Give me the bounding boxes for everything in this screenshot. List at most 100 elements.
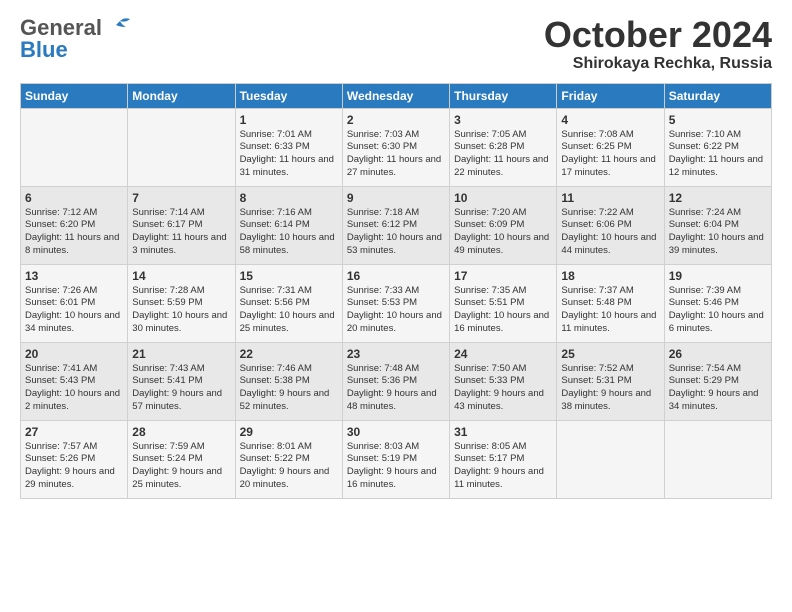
logo-blue-text: Blue [20,37,68,63]
day-info: Sunrise: 7:26 AM Sunset: 6:01 PM Dayligh… [25,285,123,336]
day-number: 18 [561,269,659,283]
day-number: 30 [347,425,445,439]
day-info: Sunrise: 7:22 AM Sunset: 6:06 PM Dayligh… [561,207,659,258]
logo-bird-icon [106,17,134,39]
calendar-week-5: 27 Sunrise: 7:57 AM Sunset: 5:26 PM Dayli… [21,420,772,498]
calendar-cell [128,108,235,186]
calendar-cell: 23Sunrise: 7:48 AM Sunset: 5:36 PM Dayli… [342,342,449,420]
calendar-cell [557,420,664,498]
day-number: 16 [347,269,445,283]
day-number: 14 [132,269,230,283]
day-info: Sunrise: 7:24 AM Sunset: 6:04 PM Dayligh… [669,207,767,258]
calendar-cell: 6 Sunrise: 7:12 AM Sunset: 6:20 PM Daylig… [21,186,128,264]
calendar-cell: 10 Sunrise: 7:20 AM Sunset: 6:09 PM Dayli… [450,186,557,264]
calendar-cell: 17 Sunrise: 7:35 AM Sunset: 5:51 PM Dayli… [450,264,557,342]
logo: General Blue [20,15,134,63]
day-number: 21 [132,347,230,361]
day-info: Sunrise: 8:01 AM Sunset: 5:22 PM Dayligh… [240,441,338,492]
calendar-cell: 24Sunrise: 7:50 AM Sunset: 5:33 PM Dayli… [450,342,557,420]
day-info: Sunrise: 7:48 AM Sunset: 5:36 PM Dayligh… [347,363,445,414]
title-block: October 2024 Shirokaya Rechka, Russia [544,15,772,73]
day-number: 6 [25,191,123,205]
calendar-cell: 7 Sunrise: 7:14 AM Sunset: 6:17 PM Daylig… [128,186,235,264]
day-number: 12 [669,191,767,205]
day-number: 31 [454,425,552,439]
weekday-header-tuesday: Tuesday [235,83,342,108]
weekday-header-monday: Monday [128,83,235,108]
calendar-cell: 3Sunrise: 7:05 AM Sunset: 6:28 PM Daylig… [450,108,557,186]
day-info: Sunrise: 7:54 AM Sunset: 5:29 PM Dayligh… [669,363,767,414]
day-info: Sunrise: 7:03 AM Sunset: 6:30 PM Dayligh… [347,129,445,180]
calendar-cell: 5 Sunrise: 7:10 AM Sunset: 6:22 PM Daylig… [664,108,771,186]
day-number: 13 [25,269,123,283]
day-info: Sunrise: 7:35 AM Sunset: 5:51 PM Dayligh… [454,285,552,336]
calendar-cell [664,420,771,498]
calendar-cell: 28Sunrise: 7:59 AM Sunset: 5:24 PM Dayli… [128,420,235,498]
calendar-week-3: 13 Sunrise: 7:26 AM Sunset: 6:01 PM Dayli… [21,264,772,342]
day-info: Sunrise: 7:14 AM Sunset: 6:17 PM Dayligh… [132,207,230,258]
day-number: 20 [25,347,123,361]
calendar-week-4: 20 Sunrise: 7:41 AM Sunset: 5:43 PM Dayli… [21,342,772,420]
calendar-cell: 15Sunrise: 7:31 AM Sunset: 5:56 PM Dayli… [235,264,342,342]
day-info: Sunrise: 7:52 AM Sunset: 5:31 PM Dayligh… [561,363,659,414]
day-number: 3 [454,113,552,127]
calendar-cell: 1Sunrise: 7:01 AM Sunset: 6:33 PM Daylig… [235,108,342,186]
header: General Blue October 2024 Shirokaya Rech… [20,15,772,73]
calendar-cell: 14Sunrise: 7:28 AM Sunset: 5:59 PM Dayli… [128,264,235,342]
calendar-cell: 22 Sunrise: 7:46 AM Sunset: 5:38 PM Dayli… [235,342,342,420]
calendar-cell: 26 Sunrise: 7:54 AM Sunset: 5:29 PM Dayli… [664,342,771,420]
day-number: 8 [240,191,338,205]
day-info: Sunrise: 7:41 AM Sunset: 5:43 PM Dayligh… [25,363,123,414]
calendar-cell: 31Sunrise: 8:05 AM Sunset: 5:17 PM Dayli… [450,420,557,498]
month-title: October 2024 [544,15,772,55]
calendar-cell: 12 Sunrise: 7:24 AM Sunset: 6:04 PM Dayli… [664,186,771,264]
day-number: 2 [347,113,445,127]
day-info: Sunrise: 7:20 AM Sunset: 6:09 PM Dayligh… [454,207,552,258]
day-number: 7 [132,191,230,205]
day-info: Sunrise: 7:18 AM Sunset: 6:12 PM Dayligh… [347,207,445,258]
calendar-cell: 2 Sunrise: 7:03 AM Sunset: 6:30 PM Daylig… [342,108,449,186]
calendar-cell: 29Sunrise: 8:01 AM Sunset: 5:22 PM Dayli… [235,420,342,498]
day-number: 17 [454,269,552,283]
day-info: Sunrise: 7:59 AM Sunset: 5:24 PM Dayligh… [132,441,230,492]
calendar-cell: 21 Sunrise: 7:43 AM Sunset: 5:41 PM Dayli… [128,342,235,420]
day-number: 10 [454,191,552,205]
day-info: Sunrise: 7:39 AM Sunset: 5:46 PM Dayligh… [669,285,767,336]
calendar-table: SundayMondayTuesdayWednesdayThursdayFrid… [20,83,772,499]
calendar-week-1: 1Sunrise: 7:01 AM Sunset: 6:33 PM Daylig… [21,108,772,186]
day-number: 19 [669,269,767,283]
weekday-header-thursday: Thursday [450,83,557,108]
calendar-cell: 20 Sunrise: 7:41 AM Sunset: 5:43 PM Dayli… [21,342,128,420]
calendar-cell: 19 Sunrise: 7:39 AM Sunset: 5:46 PM Dayli… [664,264,771,342]
day-number: 5 [669,113,767,127]
calendar-cell: 18Sunrise: 7:37 AM Sunset: 5:48 PM Dayli… [557,264,664,342]
calendar-cell: 8Sunrise: 7:16 AM Sunset: 6:14 PM Daylig… [235,186,342,264]
day-info: Sunrise: 7:46 AM Sunset: 5:38 PM Dayligh… [240,363,338,414]
day-info: Sunrise: 7:01 AM Sunset: 6:33 PM Dayligh… [240,129,338,180]
day-number: 22 [240,347,338,361]
weekday-header-friday: Friday [557,83,664,108]
calendar-cell: 13 Sunrise: 7:26 AM Sunset: 6:01 PM Dayli… [21,264,128,342]
calendar-cell: 9 Sunrise: 7:18 AM Sunset: 6:12 PM Daylig… [342,186,449,264]
calendar-header-row: SundayMondayTuesdayWednesdayThursdayFrid… [21,83,772,108]
day-number: 9 [347,191,445,205]
calendar-cell: 27 Sunrise: 7:57 AM Sunset: 5:26 PM Dayli… [21,420,128,498]
day-info: Sunrise: 7:57 AM Sunset: 5:26 PM Dayligh… [25,441,123,492]
calendar-cell: 16 Sunrise: 7:33 AM Sunset: 5:53 PM Dayli… [342,264,449,342]
day-number: 26 [669,347,767,361]
calendar-week-2: 6 Sunrise: 7:12 AM Sunset: 6:20 PM Daylig… [21,186,772,264]
page: General Blue October 2024 Shirokaya Rech… [0,0,792,612]
day-info: Sunrise: 7:10 AM Sunset: 6:22 PM Dayligh… [669,129,767,180]
day-info: Sunrise: 7:33 AM Sunset: 5:53 PM Dayligh… [347,285,445,336]
weekday-header-saturday: Saturday [664,83,771,108]
day-number: 27 [25,425,123,439]
day-info: Sunrise: 7:43 AM Sunset: 5:41 PM Dayligh… [132,363,230,414]
location-title: Shirokaya Rechka, Russia [544,55,772,73]
calendar-cell: 4Sunrise: 7:08 AM Sunset: 6:25 PM Daylig… [557,108,664,186]
weekday-header-wednesday: Wednesday [342,83,449,108]
day-number: 11 [561,191,659,205]
day-number: 15 [240,269,338,283]
calendar-cell [21,108,128,186]
day-info: Sunrise: 8:03 AM Sunset: 5:19 PM Dayligh… [347,441,445,492]
day-info: Sunrise: 7:12 AM Sunset: 6:20 PM Dayligh… [25,207,123,258]
